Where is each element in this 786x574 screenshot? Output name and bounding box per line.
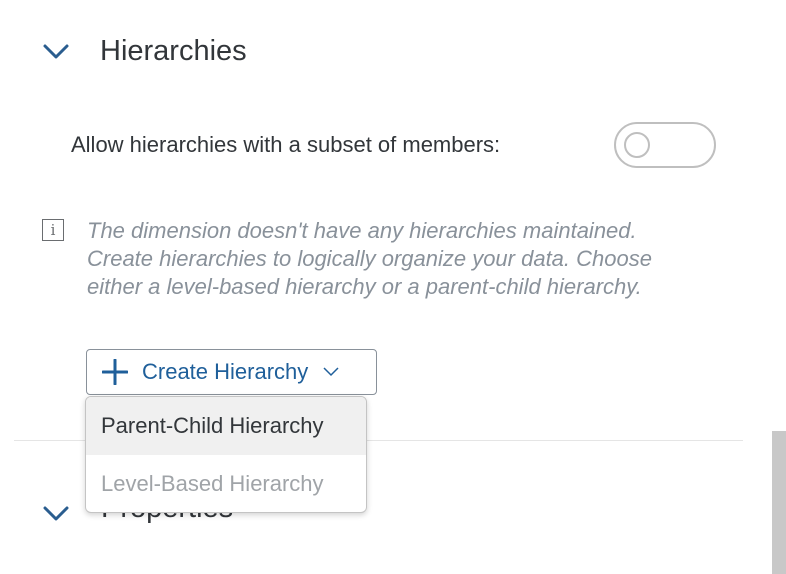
toggle-knob <box>624 132 650 158</box>
allow-subset-toggle[interactable] <box>614 122 716 168</box>
plus-icon <box>101 358 129 386</box>
menu-item-parent-child[interactable]: Parent-Child Hierarchy <box>86 397 366 455</box>
create-hierarchy-label: Create Hierarchy <box>142 359 309 384</box>
chevron-down-icon <box>322 363 340 381</box>
scrollbar-thumb[interactable] <box>772 431 786 574</box>
hierarchies-section-header[interactable]: Hierarchies <box>40 35 247 68</box>
create-hierarchy-menu: Parent-Child Hierarchy Level-Based Hiera… <box>85 396 367 513</box>
info-icon: i <box>42 219 64 241</box>
info-message: The dimension doesn't have any hierarchi… <box>87 218 652 299</box>
allow-subset-label: Allow hierarchies with a subset of membe… <box>71 132 501 157</box>
chevron-down-icon[interactable] <box>40 498 72 530</box>
menu-item-level-based[interactable]: Level-Based Hierarchy <box>86 455 366 512</box>
hierarchies-title: Hierarchies <box>100 35 247 67</box>
chevron-down-icon[interactable] <box>40 36 72 68</box>
dimension-settings-panel: Hierarchies Allow hierarchies with a sub… <box>0 0 786 574</box>
create-hierarchy-button[interactable]: Create Hierarchy <box>86 349 377 395</box>
allow-subset-row: Allow hierarchies with a subset of membe… <box>71 120 716 170</box>
